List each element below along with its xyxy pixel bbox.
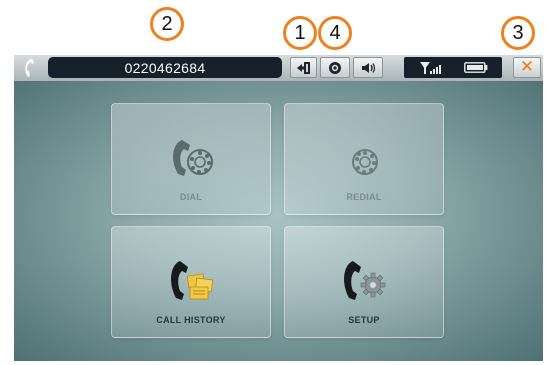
signal-strength-icon [420,62,441,74]
transfer-button[interactable] [290,57,317,78]
record-icon [329,61,341,74]
setup-gear-phone-icon [344,261,386,300]
phone-number-field[interactable]: 0220462684 [48,57,282,78]
dial-tile[interactable]: DIAL [111,103,271,215]
redial-label: REDIAL [346,192,382,202]
call-history-label: CALL HISTORY [156,315,226,325]
top-bar: 0220462684 ✕ [14,55,543,81]
battery-icon [464,62,488,73]
callout-marker-4: 4 [318,16,352,50]
dial-phone-icon [173,140,213,176]
close-button[interactable]: ✕ [513,57,541,78]
setup-tile[interactable]: SETUP [284,226,444,338]
phone-screen: 0220462684 ✕ DIAL REDIAL CALL HISTORY SE… [14,55,543,361]
callout-marker-3: 3 [501,16,535,50]
redial-tile[interactable]: REDIAL [284,103,444,215]
volume-button[interactable] [353,57,383,78]
phone-number-text: 0220462684 [124,59,206,76]
close-icon: ✕ [519,57,535,77]
speaker-icon [362,62,376,73]
handset-icon [20,57,40,79]
call-history-tile[interactable]: CALL HISTORY [111,226,271,338]
callout-marker-2: 2 [150,7,184,41]
callout-marker-1: 1 [283,16,317,50]
setup-label: SETUP [348,315,380,325]
redial-rotary-icon [352,149,378,175]
menu-area: DIAL REDIAL CALL HISTORY SETUP [14,81,543,361]
record-button[interactable] [320,57,350,78]
dial-label: DIAL [179,192,203,202]
status-panel [404,57,502,78]
call-history-icon [171,261,214,300]
transfer-icon [296,61,310,74]
